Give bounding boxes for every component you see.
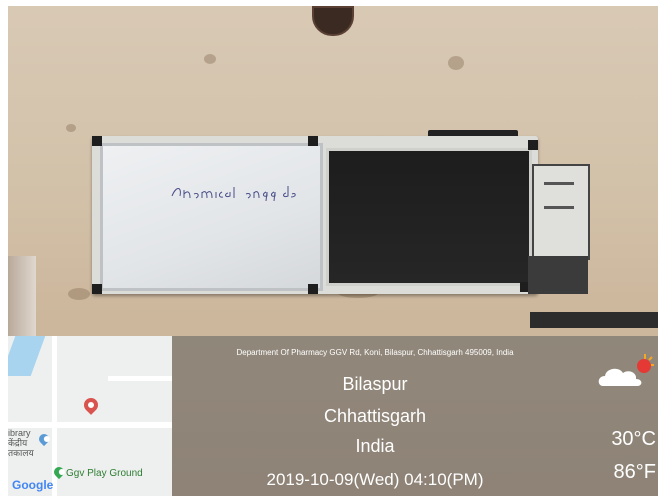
map-water (8, 336, 46, 376)
frame-corner (528, 140, 538, 150)
cabinet-base (528, 256, 588, 294)
temperature-fahrenheit: 86°F (613, 461, 656, 483)
frame-corner (308, 136, 318, 146)
address-text: Department Of Pharmacy GGV Rd, Koni, Bil… (236, 348, 514, 357)
frame-corner (92, 284, 102, 294)
country-name: India (355, 436, 395, 456)
map-place-label: Ggv Play Ground (66, 468, 143, 479)
partly-sunny-icon (598, 354, 654, 386)
wall-stain (68, 288, 90, 300)
wall-cabinet (532, 164, 590, 260)
city-name: Bilaspur (342, 374, 408, 394)
left-post (8, 256, 36, 346)
temperature-celsius: 30°C (611, 428, 656, 450)
chalkboard (326, 148, 532, 286)
map-road (108, 376, 172, 381)
wall-clock (312, 6, 354, 36)
state-name: Chhattisgarh (323, 406, 427, 426)
cabinet-vent (544, 206, 574, 209)
wall-stain (66, 124, 76, 132)
map-pin-icon (81, 395, 101, 415)
whiteboard (100, 143, 323, 291)
whiteboard-handwriting (171, 186, 296, 202)
map-label: तकालय (8, 448, 34, 458)
desk (530, 312, 658, 328)
map-label: केंद्रीय (8, 438, 28, 448)
google-logo-text: Google (12, 478, 54, 492)
map-road (8, 422, 172, 428)
frame-corner (92, 136, 102, 146)
date-time: 2019-10-09(Wed) 04:10(PM) (266, 470, 484, 489)
wall-stain (448, 56, 464, 70)
wall-stain (204, 54, 216, 64)
cabinet-vent (544, 182, 574, 185)
map-label: ibrary (8, 428, 31, 438)
frame-corner (308, 284, 318, 294)
mini-map: ibrary केंद्रीय तकालय Ggv Play Ground Go… (8, 336, 172, 496)
google-logo: Google (12, 478, 53, 492)
library-pin-icon (36, 431, 52, 447)
